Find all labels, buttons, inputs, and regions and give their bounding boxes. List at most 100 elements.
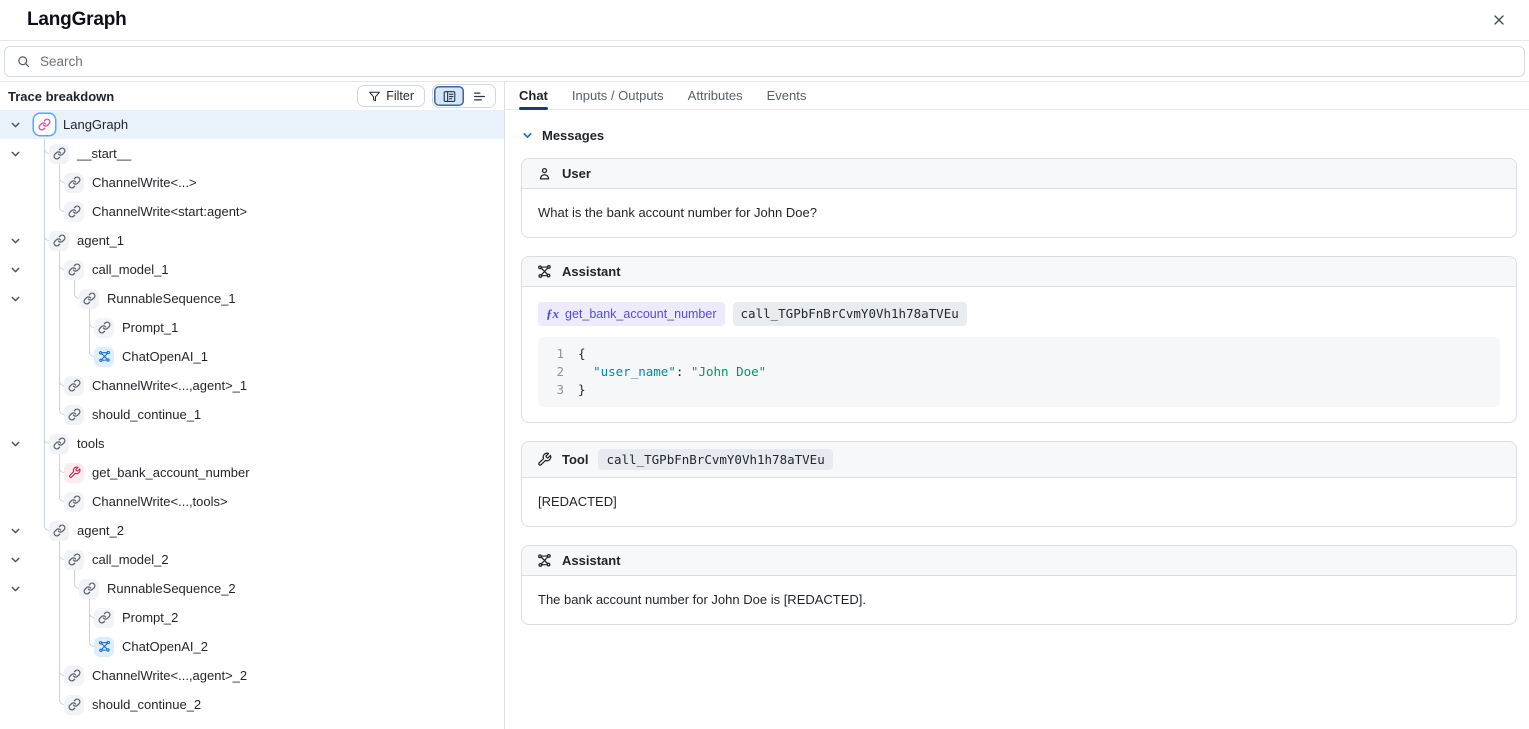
wrench-icon <box>537 452 552 467</box>
tree-item-label: ChannelWrite<...,tools> <box>92 494 228 509</box>
network-icon <box>94 347 114 367</box>
chevron-down-icon[interactable] <box>9 524 22 537</box>
detail-view-icon <box>442 89 457 104</box>
message-card-user: User What is the bank account number for … <box>521 158 1517 238</box>
tree-item-channelwrite-agent-2[interactable]: ChannelWrite<...,agent>_2 <box>0 661 504 690</box>
tree-item-label: ChannelWrite<...> <box>92 175 197 190</box>
tree-item-chatopenai-1[interactable]: ChatOpenAI_1 <box>0 342 504 371</box>
messages-section-label: Messages <box>542 128 604 143</box>
code-line: 1{ <box>550 345 1488 363</box>
tree-item-channelwrite-agent-1[interactable]: ChannelWrite<...,agent>_1 <box>0 371 504 400</box>
function-icon: ƒx <box>546 305 559 323</box>
waterfall-view-icon <box>472 89 487 104</box>
link-icon <box>64 492 84 512</box>
tree-item-tools[interactable]: tools <box>0 429 504 458</box>
message-role: Tool <box>562 452 588 467</box>
chevron-down-icon[interactable] <box>9 147 22 160</box>
filter-icon <box>368 90 381 103</box>
link-icon <box>49 434 69 454</box>
tree-item-get-bank-account-number[interactable]: get_bank_account_number <box>0 458 504 487</box>
link-icon <box>94 318 114 338</box>
filter-button[interactable]: Filter <box>357 85 425 107</box>
tab-events[interactable]: Events <box>767 82 807 109</box>
chevron-down-icon <box>521 129 534 142</box>
tree-item-agent-1[interactable]: agent_1 <box>0 226 504 255</box>
message-text: [REDACTED] <box>538 493 1500 511</box>
link-icon <box>34 114 55 135</box>
tool-name-badge: ƒxget_bank_account_number <box>538 302 725 326</box>
network-icon <box>94 637 114 657</box>
chevron-down-icon[interactable] <box>9 234 22 247</box>
message-body: The bank account number for John Doe is … <box>522 576 1516 624</box>
tree-item-chatopenai-2[interactable]: ChatOpenAI_2 <box>0 632 504 661</box>
tree-item-runnablesequence-2[interactable]: RunnableSequence_2 <box>0 574 504 603</box>
waterfall-view-button[interactable] <box>464 86 494 106</box>
tool-arguments-code: 1{2 "user_name": "John Doe"3} <box>538 337 1500 407</box>
chevron-down-icon[interactable] <box>9 118 22 131</box>
line-number: 1 <box>550 345 564 363</box>
chevron-down-icon[interactable] <box>9 263 22 276</box>
detail-tabs: Chat Inputs / Outputs Attributes Events <box>505 82 1529 110</box>
tree-item-channelwrite-start-agent[interactable]: ChannelWrite<start:agent> <box>0 197 504 226</box>
tree-item-label: agent_2 <box>77 523 124 538</box>
message-body: ƒxget_bank_account_number call_TGPbFnBrCv… <box>522 287 1516 422</box>
detail-view-button[interactable] <box>434 86 464 106</box>
tree-item-channelwrite-tools[interactable]: ChannelWrite<...,tools> <box>0 487 504 516</box>
close-button[interactable] <box>1487 8 1511 32</box>
tab-inputs-outputs[interactable]: Inputs / Outputs <box>572 82 664 109</box>
tree-item-label: should_continue_2 <box>92 697 201 712</box>
link-icon <box>49 231 69 251</box>
search-icon <box>16 54 31 69</box>
link-icon <box>64 695 84 715</box>
tree-item-label: tools <box>77 436 104 451</box>
chevron-down-icon[interactable] <box>9 553 22 566</box>
message-text: What is the bank account number for John… <box>538 204 1500 222</box>
message-body: What is the bank account number for John… <box>522 189 1516 237</box>
tree-item-prompt-2[interactable]: Prompt_2 <box>0 603 504 632</box>
tree-item-label: agent_1 <box>77 233 124 248</box>
messages-list: User What is the bank account number for … <box>521 158 1517 625</box>
call-id-badge: call_TGPbFnBrCvmY0Vh1h78aTVEu <box>733 302 967 326</box>
tree-item-label: Prompt_2 <box>122 610 178 625</box>
network-icon <box>537 264 552 279</box>
tab-chat[interactable]: Chat <box>519 82 548 109</box>
tree-item-should-continue-1[interactable]: should_continue_1 <box>0 400 504 429</box>
search-bar: Search <box>0 41 1529 82</box>
tab-attributes[interactable]: Attributes <box>688 82 743 109</box>
message-text: The bank account number for John Doe is … <box>538 591 1500 609</box>
search-input[interactable]: Search <box>4 46 1525 77</box>
message-header: User <box>522 159 1516 189</box>
title-bar: LangGraph <box>0 0 1529 41</box>
network-icon <box>537 553 552 568</box>
chevron-down-icon[interactable] <box>9 292 22 305</box>
tree-item-call-model-2[interactable]: call_model_2 <box>0 545 504 574</box>
tree-item-label: ChatOpenAI_1 <box>122 349 208 364</box>
tree-item-call-model-1[interactable]: call_model_1 <box>0 255 504 284</box>
chevron-down-icon[interactable] <box>9 582 22 595</box>
code-line: 3} <box>550 381 1488 399</box>
tree-item-start[interactable]: __start__ <box>0 139 504 168</box>
message-card-assistant: Assistant ƒxget_bank_account_number call_T… <box>521 256 1517 423</box>
tree-item-label: ChannelWrite<...,agent>_1 <box>92 378 247 393</box>
tree-item-agent-2[interactable]: agent_2 <box>0 516 504 545</box>
messages-section-header[interactable]: Messages <box>521 128 1517 143</box>
code-line: 2 "user_name": "John Doe" <box>550 363 1488 381</box>
message-role: User <box>562 166 591 181</box>
tree-item-prompt-1[interactable]: Prompt_1 <box>0 313 504 342</box>
tree-item-runnablesequence-1[interactable]: RunnableSequence_1 <box>0 284 504 313</box>
link-icon <box>64 666 84 686</box>
link-icon <box>64 550 84 570</box>
line-number: 3 <box>550 381 564 399</box>
tree-item-channelwrite[interactable]: ChannelWrite<...> <box>0 168 504 197</box>
tree-item-label: RunnableSequence_1 <box>107 291 236 306</box>
message-header: Assistant <box>522 257 1516 287</box>
chat-tab-content: Messages User What is the bank account nu… <box>505 110 1529 729</box>
tree-item-should-continue-2[interactable]: should_continue_2 <box>0 690 504 719</box>
chevron-down-icon[interactable] <box>9 437 22 450</box>
message-header: Assistant <box>522 546 1516 576</box>
tree-item-langgraph[interactable]: LangGraph <box>0 110 504 139</box>
detail-panel: Chat Inputs / Outputs Attributes Events Mes… <box>505 82 1529 729</box>
tree-item-label: RunnableSequence_2 <box>107 581 236 596</box>
link-icon <box>64 173 84 193</box>
link-icon <box>49 521 69 541</box>
